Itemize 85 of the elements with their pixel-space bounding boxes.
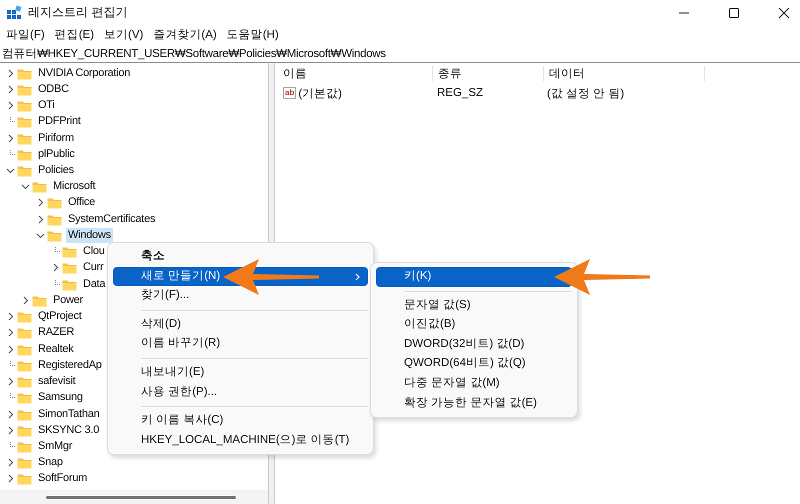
address-bar[interactable]: 컴퓨터₩HKEY_CURRENT_USER₩Software₩Policies₩Microsoft₩Windows [0, 45, 800, 63]
menu-item[interactable]: 파일(F) [6, 26, 45, 42]
registry-app-icon [6, 4, 22, 20]
menu-option[interactable]: 다중 문자열 값(M) [376, 374, 572, 394]
tree-item[interactable]: Power [51, 292, 85, 308]
folder-icon [17, 326, 32, 340]
tree-item[interactable]: Curr [81, 260, 106, 276]
tree-item[interactable]: Samsung [36, 390, 85, 406]
folder-icon [17, 472, 32, 486]
tree-item[interactable]: Data [81, 276, 108, 292]
column-header[interactable]: 이름 [278, 66, 433, 80]
value-type: REG_SZ [436, 87, 484, 99]
tree-item[interactable]: Realtek [36, 342, 76, 357]
tree-item[interactable]: SystemCertificates [66, 212, 158, 227]
tree-item[interactable]: OTi [36, 98, 57, 114]
menu-item[interactable]: 도움말(H) [226, 26, 279, 42]
menu-option[interactable]: 키(K) [376, 267, 572, 287]
folder-icon [47, 212, 62, 226]
tree-item[interactable]: Microsoft [51, 179, 98, 194]
column-header[interactable]: 종류 [433, 66, 544, 80]
folder-icon [17, 424, 32, 437]
menu-option[interactable]: 내보내기(E) [113, 362, 368, 383]
folder-icon [17, 99, 32, 112]
folder-icon [17, 358, 32, 372]
tree-item[interactable]: SoftForum [36, 471, 90, 486]
scrollbar-thumb[interactable] [46, 496, 236, 498]
menu-option[interactable]: 삭제(D) [113, 314, 368, 334]
folder-icon [62, 245, 77, 258]
menu-option[interactable]: 사용 권한(P)... [113, 382, 368, 402]
folder-icon [17, 342, 32, 356]
folder-icon [62, 261, 77, 274]
tree-item[interactable]: PDFPrint [36, 114, 83, 130]
tree-item[interactable]: SimonTathan [36, 406, 102, 422]
menu-option[interactable]: 키 이름 복사(C) [113, 411, 368, 431]
tree-item[interactable]: Clou [81, 244, 107, 260]
folder-icon [17, 375, 32, 388]
tree-item[interactable]: safevisit [36, 374, 78, 390]
column-header[interactable]: 데이터 [544, 66, 705, 80]
menu-item[interactable]: 즐겨찾기(A) [153, 26, 217, 42]
folder-icon [47, 196, 62, 210]
folder-icon [17, 310, 32, 324]
tree-item[interactable]: Snap [36, 455, 65, 470]
menu-item[interactable]: 보기(V) [104, 26, 144, 42]
menu-option[interactable]: 확장 가능한 문자열 값(E) [376, 394, 572, 414]
string-value-icon: ab [283, 87, 296, 99]
maximize-icon[interactable] [728, 6, 740, 18]
menu-option[interactable]: 축소 [113, 247, 368, 267]
menu-option[interactable]: 이름 바꾸기(R) [113, 334, 368, 354]
menu-option[interactable]: 이진값(B) [376, 315, 572, 335]
value-name[interactable]: (기본값) [298, 86, 342, 100]
tree-item[interactable]: ODBC [36, 82, 71, 97]
value-data: (값 설정 안 됨) [546, 86, 626, 100]
folder-icon [17, 115, 32, 128]
menu-option[interactable]: DWORD(32비트) 값(D) [376, 334, 572, 354]
folder-icon [47, 228, 62, 242]
tree-item[interactable]: Windows [66, 228, 113, 243]
folder-icon [17, 440, 32, 453]
menu-option[interactable]: QWORD(64비트) 값(Q) [376, 354, 572, 374]
tree-item[interactable]: plPublic [36, 146, 77, 162]
folder-icon [17, 66, 32, 80]
tree-item[interactable]: QtProject [36, 309, 84, 324]
menu-option[interactable]: 찾기(F)... [113, 286, 368, 306]
tree-item[interactable]: NVIDIA Corporation [36, 66, 132, 81]
folder-icon [17, 164, 32, 178]
tree-item[interactable]: SmMgr [36, 439, 74, 454]
tree-item[interactable]: Policies [36, 163, 76, 178]
tree-item[interactable]: RegisteredAp [36, 358, 104, 373]
menu-option[interactable]: 문자열 값(S) [376, 296, 572, 316]
folder-icon [17, 408, 32, 421]
folder-icon [17, 148, 32, 161]
window-title: 레지스트리 편집기 [28, 4, 128, 21]
tree-item[interactable]: Office [66, 195, 98, 210]
close-icon[interactable] [778, 6, 790, 18]
tree-item[interactable]: RAZER [36, 325, 76, 340]
menu-item[interactable]: 편집(E) [54, 26, 94, 42]
folder-icon [62, 278, 77, 291]
folder-icon [17, 391, 32, 404]
folder-icon [32, 180, 47, 194]
tree-item[interactable]: SKSYNC 3.0 [36, 422, 102, 438]
folder-icon [32, 294, 47, 307]
menu-option[interactable]: HKEY_LOCAL_MACHINE(으)로 이동(T) [113, 430, 368, 450]
folder-icon [17, 82, 32, 96]
folder-icon [17, 132, 32, 145]
tree-item[interactable]: Piriform [36, 130, 76, 146]
folder-icon [17, 456, 32, 470]
